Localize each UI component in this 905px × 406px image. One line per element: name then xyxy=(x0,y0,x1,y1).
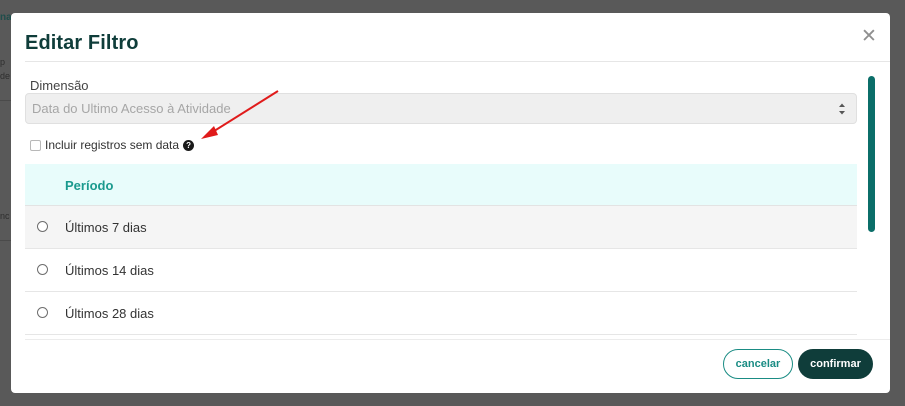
include-null-row: Incluir registros sem data ? xyxy=(30,137,195,153)
include-null-checkbox[interactable] xyxy=(30,139,41,151)
scrollbar-thumb[interactable] xyxy=(868,76,875,232)
dimension-label: Dimensão xyxy=(30,78,89,93)
confirm-button[interactable]: confirmar xyxy=(798,349,873,379)
period-label: Últimos 7 dias xyxy=(65,220,147,235)
period-label: Últimos 28 dias xyxy=(65,306,154,321)
table-row[interactable]: Últimos 28 dias xyxy=(25,292,857,335)
table-header: Período xyxy=(25,164,857,206)
cancel-button[interactable]: cancelar xyxy=(723,349,793,379)
close-icon[interactable]: ✕ xyxy=(861,27,877,46)
period-radio[interactable] xyxy=(37,307,48,318)
select-arrows-icon xyxy=(839,103,845,115)
period-radio[interactable] xyxy=(37,221,48,232)
background-divider xyxy=(0,100,11,101)
background-divider xyxy=(0,240,11,241)
include-null-label[interactable]: Incluir registros sem data xyxy=(45,138,179,152)
table-row[interactable]: Últimos 7 dias xyxy=(25,206,857,249)
annotation-arrow xyxy=(201,90,279,139)
period-column-header: Período xyxy=(65,178,114,193)
modal-title: Editar Filtro xyxy=(25,32,139,54)
edit-filter-modal: Editar Filtro ✕ Dimensão Data do Ultimo … xyxy=(11,13,890,393)
period-radio[interactable] xyxy=(37,264,48,275)
period-table: Período Últimos 7 dias Últimos 14 dias Ú… xyxy=(25,164,857,335)
table-row[interactable]: Últimos 14 dias xyxy=(25,249,857,292)
dimension-select[interactable]: Data do Ultimo Acesso à Atividade xyxy=(25,93,857,124)
title-divider xyxy=(25,61,890,62)
period-label: Últimos 14 dias xyxy=(65,263,154,278)
footer-divider xyxy=(25,339,890,340)
scrollbar[interactable] xyxy=(868,76,876,233)
